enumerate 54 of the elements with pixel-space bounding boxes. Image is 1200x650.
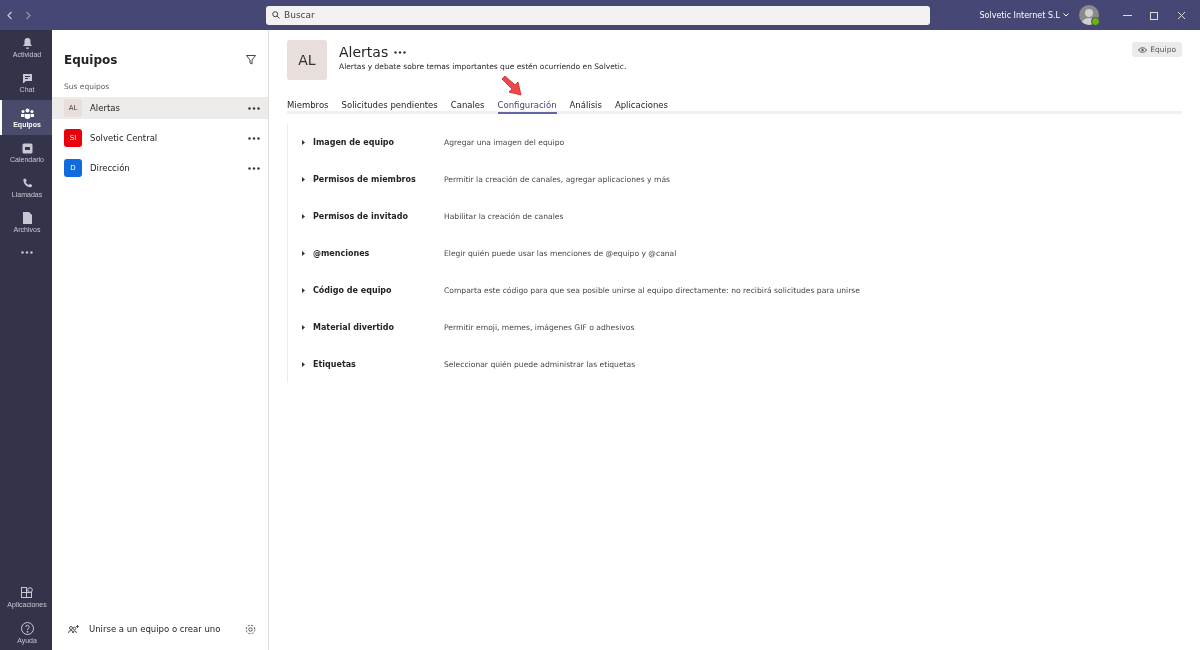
chat-icon (21, 72, 33, 84)
bell-icon (21, 37, 33, 49)
chevron-down-icon (1063, 13, 1069, 17)
setting-title: Código de equipo (313, 286, 393, 295)
calendar-icon (21, 142, 33, 154)
maximize-icon[interactable] (1150, 10, 1159, 20)
setting-title: Material divertido (313, 323, 396, 332)
tab[interactable]: Canales (450, 96, 485, 114)
caret-right-icon (302, 214, 305, 219)
caret-right-icon (302, 251, 305, 256)
caret-right-icon (302, 140, 305, 145)
setting-title: Etiquetas (313, 360, 357, 369)
eye-icon (1138, 46, 1148, 53)
setting-title: Imagen de equipo (313, 138, 396, 147)
add-people-icon (68, 624, 79, 634)
people-icon (20, 107, 34, 119)
more-options-icon[interactable] (248, 166, 260, 170)
phone-icon (21, 177, 33, 189)
caret-right-icon (302, 177, 305, 182)
team-avatar: AL (287, 40, 327, 80)
more-options-icon[interactable] (394, 50, 407, 54)
forward-icon[interactable] (25, 10, 32, 20)
file-icon (22, 212, 32, 224)
join-team-link[interactable]: Unirse a un equipo o crear uno (89, 624, 235, 634)
settings-icon[interactable] (245, 623, 256, 635)
tab[interactable]: Aplicaciones (614, 96, 668, 114)
arrow-drawing (499, 76, 522, 96)
tab[interactable]: Configuración (497, 96, 557, 114)
team-name: Alertas (90, 103, 121, 113)
team-title: Alertas (339, 44, 389, 60)
panel-title: Equipos (64, 53, 118, 67)
tab[interactable]: Análisis (569, 96, 602, 114)
caret-right-icon (302, 288, 305, 293)
setting-title: Permisos de invitado (313, 212, 409, 221)
caret-right-icon (302, 325, 305, 330)
more-icon[interactable] (21, 251, 33, 254)
more-options-icon[interactable] (248, 136, 260, 140)
filter-icon[interactable] (246, 55, 256, 65)
team-name: Solvetic Central (90, 133, 159, 143)
search-icon (272, 11, 280, 19)
help-icon (20, 621, 34, 635)
team-name: Dirección (90, 163, 131, 173)
search-field[interactable]: Buscar (266, 5, 930, 25)
setting-title: Permisos de miembros (313, 175, 417, 184)
user-avatar[interactable] (1079, 5, 1099, 25)
setting-title: @menciones (313, 249, 371, 258)
tab[interactable]: Miembros (287, 96, 329, 114)
close-icon[interactable] (1177, 10, 1186, 20)
back-icon[interactable] (6, 10, 13, 20)
more-options-icon[interactable] (248, 106, 260, 110)
tab[interactable]: Solicitudes pendientes (341, 96, 438, 114)
account-switcher[interactable]: Solvetic Internet S.L (979, 10, 1069, 20)
apps-icon (21, 587, 33, 599)
caret-right-icon (302, 362, 305, 367)
